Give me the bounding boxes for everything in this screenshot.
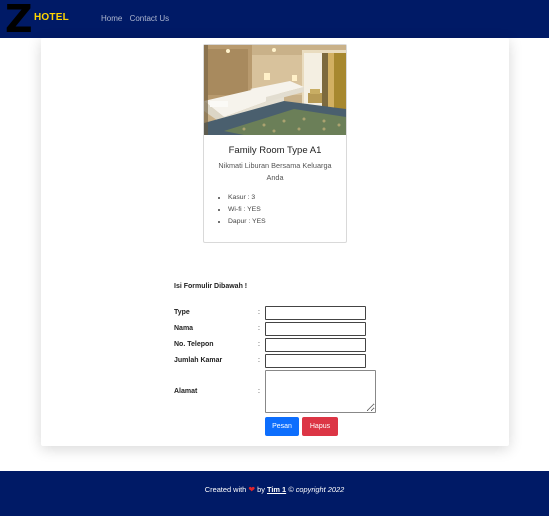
- colon: :: [258, 388, 260, 395]
- footer-copyright: © copyright 2022: [288, 485, 345, 494]
- brand-letter: Z: [5, 0, 33, 41]
- brand-text: HOTEL: [34, 12, 69, 23]
- colon: :: [258, 309, 260, 316]
- nav-link-home[interactable]: Home: [101, 14, 122, 23]
- nav-link-contact-us[interactable]: Contact Us: [130, 14, 170, 23]
- form-title: Isi Formulir Dibawah !: [174, 283, 248, 290]
- colon: :: [258, 357, 260, 364]
- reset-button[interactable]: Hapus: [302, 417, 338, 436]
- room-feature-item: Dapur : YES: [228, 216, 266, 228]
- room-features-list: Kasur : 3 Wi-fi : YES Dapur : YES: [218, 192, 266, 228]
- hotel-room-photo: [204, 45, 346, 135]
- jumlah-kamar-input[interactable]: [265, 354, 366, 368]
- room-feature-item: Kasur : 3: [228, 192, 266, 204]
- alamat-label: Alamat: [174, 388, 198, 395]
- room-feature-item: Wi-fi : YES: [228, 204, 266, 216]
- telepon-input[interactable]: [265, 338, 366, 352]
- navbar: Z HOTEL Home Contact Us: [0, 0, 549, 38]
- type-input[interactable]: [265, 306, 366, 320]
- main-container: Family Room Type A1 Nikmati Liburan Bers…: [41, 38, 509, 446]
- footer: Created with ❤ by Tim 1 © copyright 2022: [0, 471, 549, 516]
- colon: :: [258, 341, 260, 348]
- room-card: Family Room Type A1 Nikmati Liburan Bers…: [203, 44, 347, 243]
- alamat-textarea[interactable]: [265, 370, 376, 413]
- nama-input[interactable]: [265, 322, 366, 336]
- team-link[interactable]: Tim 1: [267, 485, 286, 494]
- colon: :: [258, 325, 260, 332]
- type-label: Type: [174, 309, 190, 316]
- submit-button[interactable]: Pesan: [265, 417, 299, 436]
- heart-icon: ❤: [248, 485, 256, 494]
- telepon-label: No. Telepon: [174, 341, 214, 348]
- footer-by: by: [257, 485, 265, 494]
- room-description: Nikmati Liburan Bersama Keluarga Anda: [218, 161, 332, 182]
- nama-label: Nama: [174, 325, 194, 332]
- room-title: Family Room Type A1: [228, 145, 322, 156]
- nav-links: Home Contact Us: [101, 14, 174, 23]
- footer-prefix: Created with: [204, 485, 247, 494]
- jumlah-kamar-label: Jumlah Kamar: [174, 357, 223, 364]
